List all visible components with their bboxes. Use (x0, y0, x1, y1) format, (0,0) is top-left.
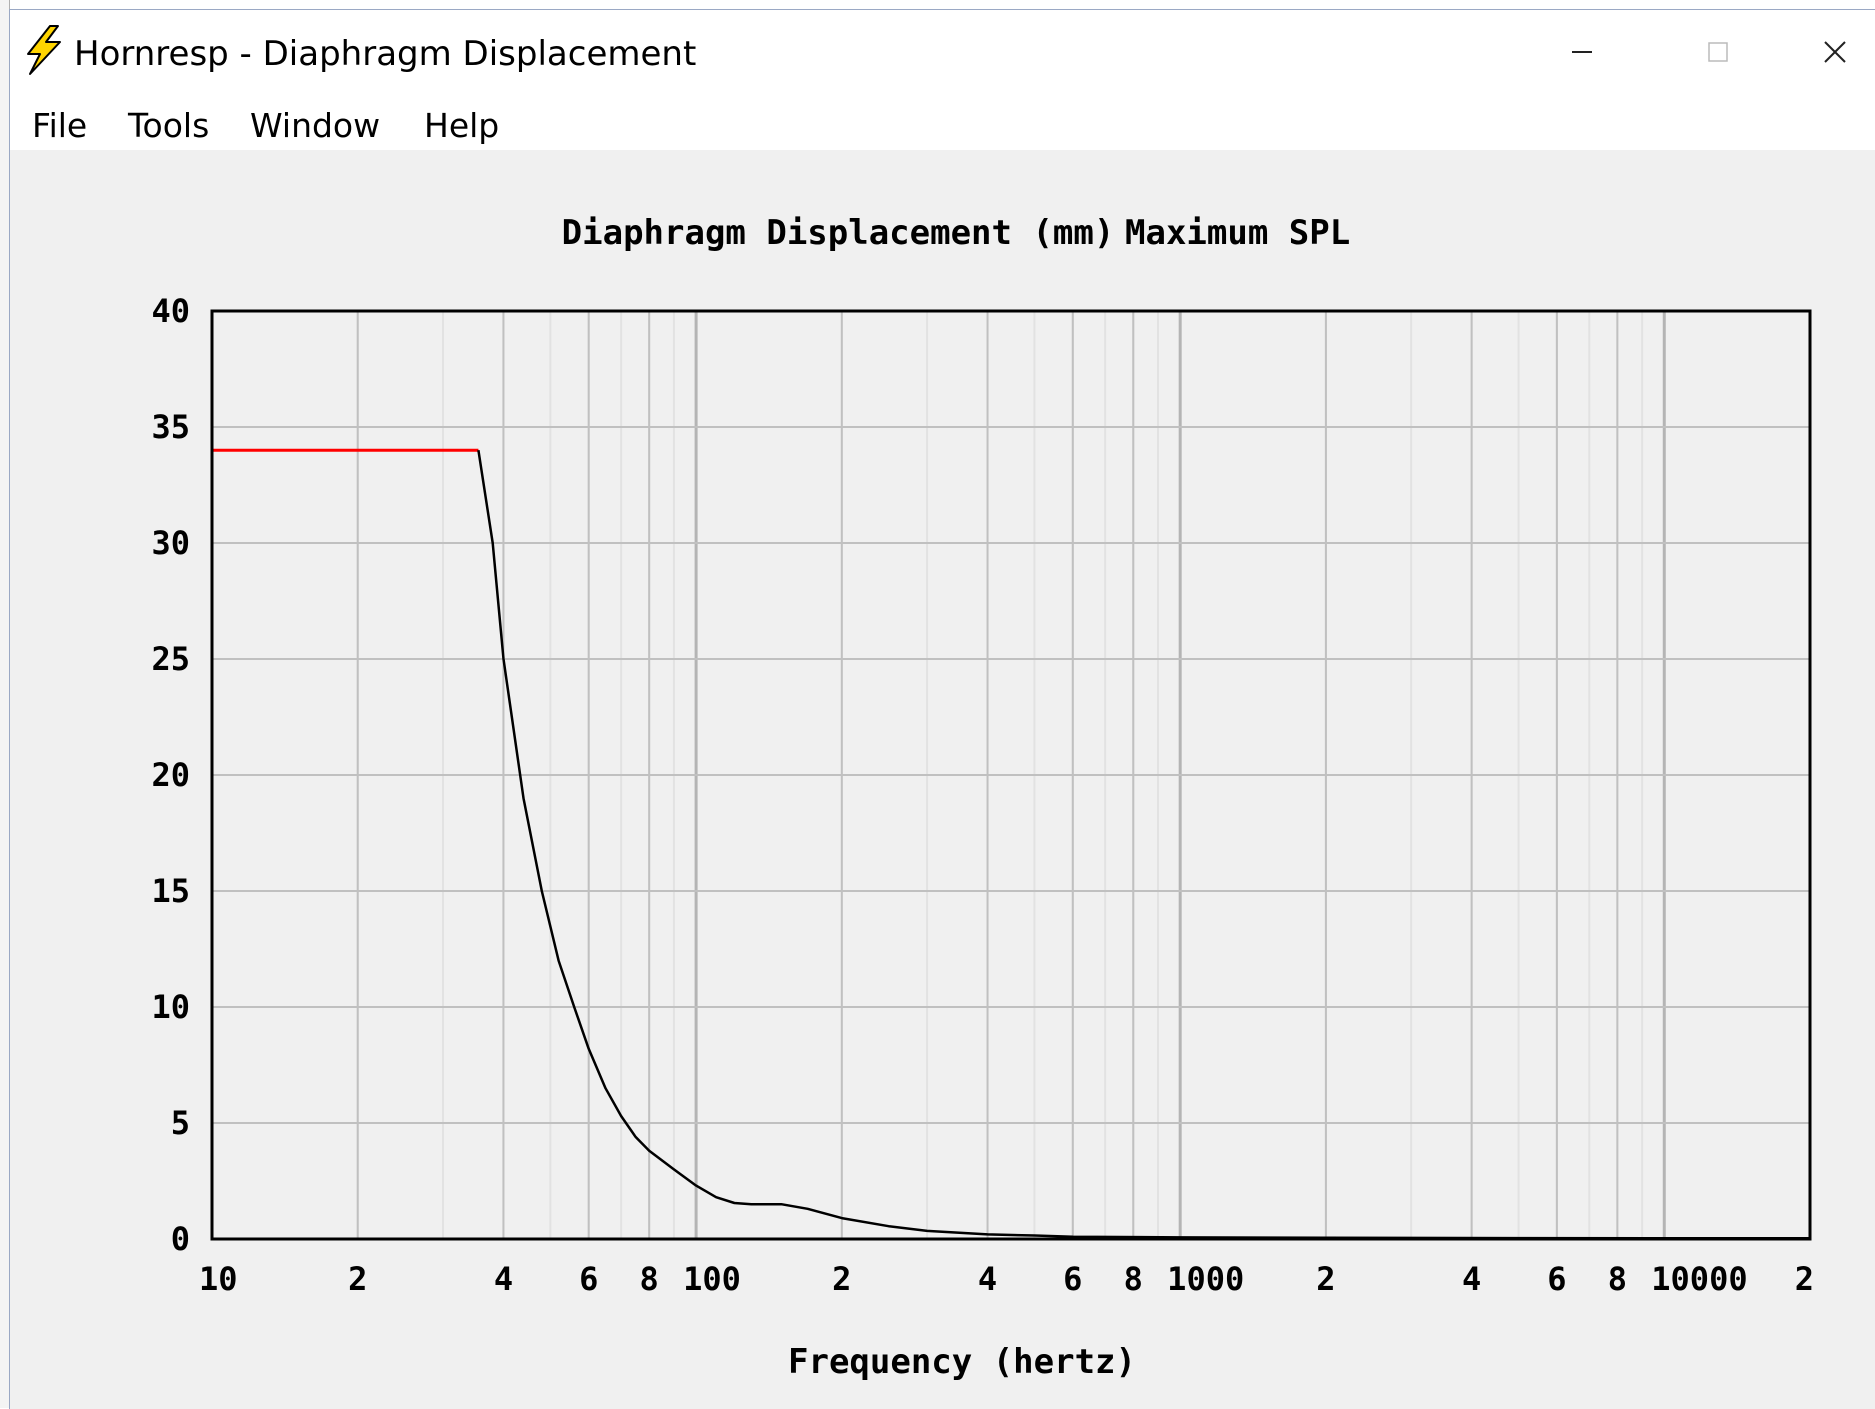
x-tick-label: 2 (1795, 1260, 1814, 1298)
y-tick-label: 0 (171, 1220, 190, 1258)
displacement-chart: Diaphragm Displacement (mm) Maximum SPL … (151, 213, 1814, 1382)
title-bar[interactable]: Hornresp - Diaphragm Displacement (10, 10, 1875, 98)
x-tick-label: 6 (1547, 1260, 1566, 1298)
maximize-icon (1708, 42, 1728, 62)
menu-window[interactable]: Window (250, 106, 380, 145)
x-tick-label: 4 (494, 1260, 513, 1298)
menu-bar: File Tools Window Help (10, 98, 1875, 150)
x-tick-label: 10 (199, 1260, 238, 1298)
y-tick-label: 10 (151, 988, 190, 1026)
y-tick-label: 5 (171, 1104, 190, 1142)
x-tick-label: 4 (978, 1260, 997, 1298)
x-tick-label: 2 (832, 1260, 851, 1298)
y-tick-label: 30 (151, 524, 190, 562)
x-tick-label: 2 (1316, 1260, 1335, 1298)
x-tick-label: 2 (348, 1260, 367, 1298)
chart-subtitle: Maximum SPL (1125, 213, 1350, 253)
close-icon (1824, 41, 1846, 63)
x-tick-label: 4 (1462, 1260, 1481, 1298)
displacement-curve (477, 450, 1810, 1240)
menu-help[interactable]: Help (424, 106, 499, 145)
window-title: Hornresp - Diaphragm Displacement (74, 34, 697, 74)
menu-file[interactable]: File (32, 106, 87, 145)
minimize-button[interactable] (1522, 22, 1642, 82)
x-tick-label: 1000 (1167, 1260, 1244, 1298)
close-button[interactable] (1794, 22, 1875, 82)
x-tick-label: 8 (640, 1260, 659, 1298)
x-tick-label: 6 (1063, 1260, 1082, 1298)
x-tick-label: 10000 (1651, 1260, 1747, 1298)
y-tick-label: 15 (151, 872, 190, 910)
y-tick-label: 40 (151, 292, 190, 330)
x-tick-label: 8 (1124, 1260, 1143, 1298)
lightning-bolt-icon (27, 25, 61, 75)
x-tick-label: 6 (579, 1260, 598, 1298)
x-axis-label: Frequency (hertz) (788, 1342, 1136, 1382)
minimize-icon (1572, 51, 1592, 53)
hornresp-window: Hornresp - Diaphragm Displacement File T… (9, 9, 1875, 1409)
x-tick-label: 8 (1608, 1260, 1627, 1298)
y-tick-label: 25 (151, 640, 190, 678)
x-tick-label: 100 (683, 1260, 741, 1298)
maximize-button[interactable] (1658, 22, 1778, 82)
chart-title: Diaphragm Displacement (mm) (562, 213, 1115, 253)
y-tick-label: 35 (151, 408, 190, 446)
menu-tools[interactable]: Tools (128, 106, 209, 145)
chart-panel: Diaphragm Displacement (mm) Maximum SPL … (10, 150, 1875, 1409)
y-tick-label: 20 (151, 756, 190, 794)
